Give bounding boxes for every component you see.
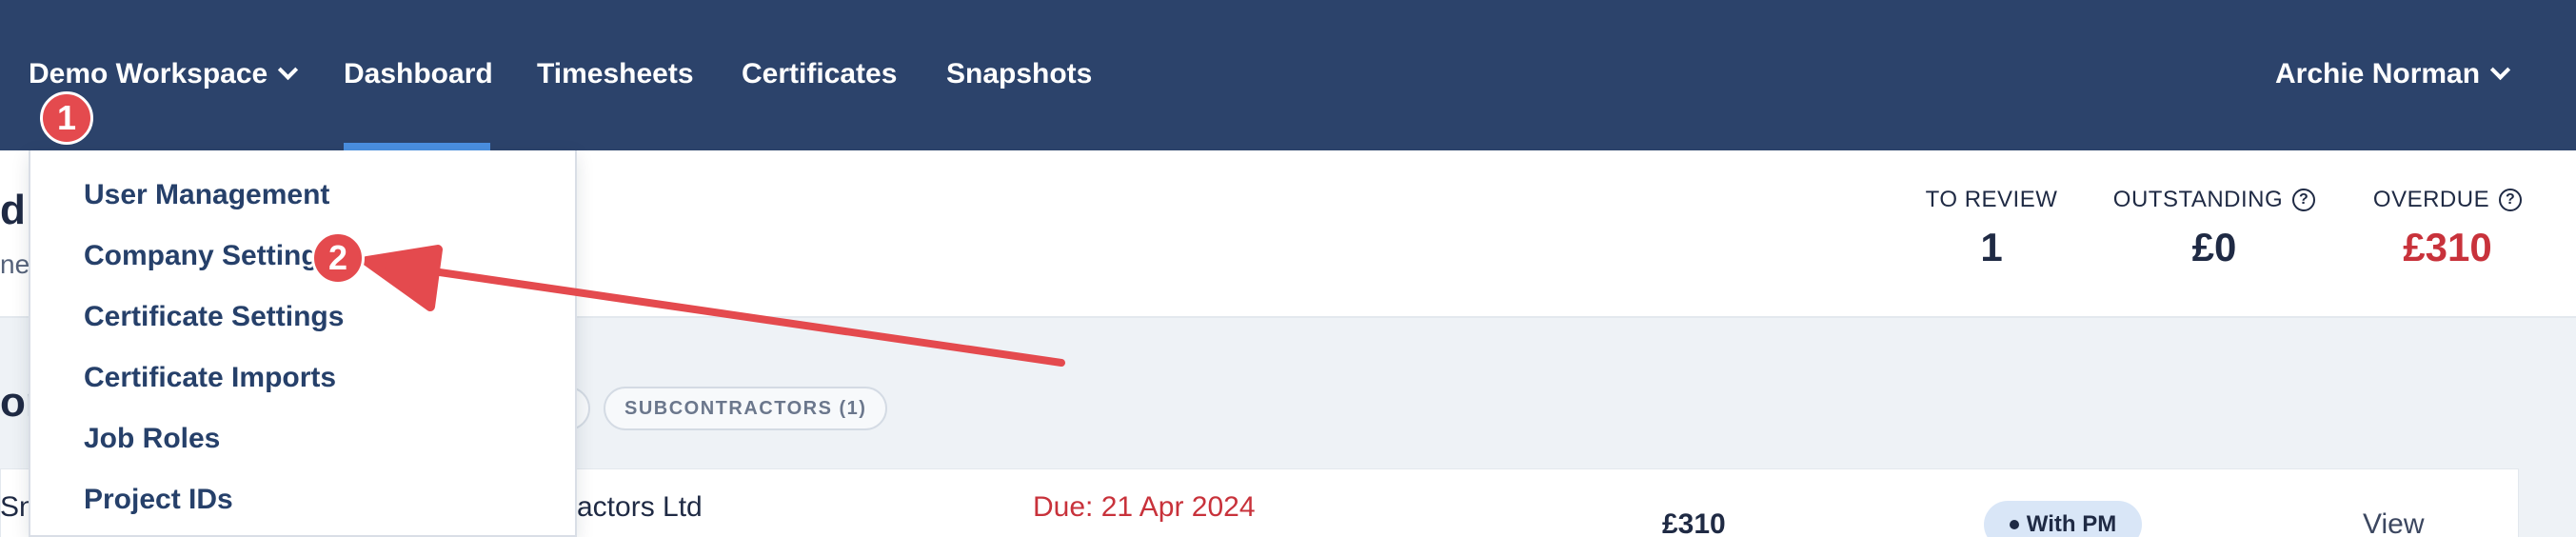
step-badge-2: 2: [311, 231, 365, 285]
annotation-arrow-icon: [362, 245, 1065, 367]
step-badge-1: 1: [40, 91, 93, 145]
